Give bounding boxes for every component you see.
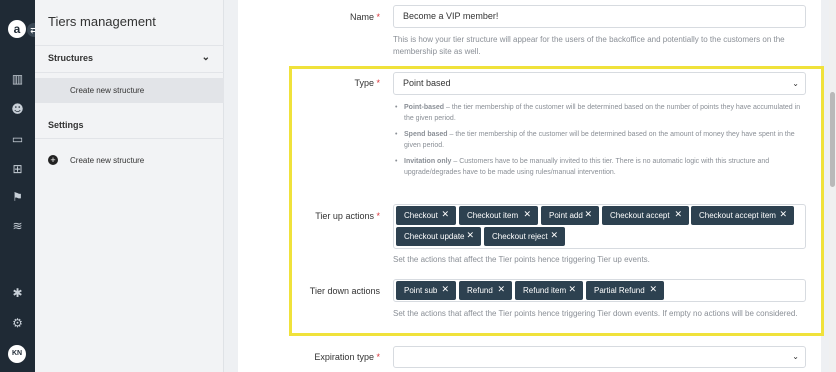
tier-down-tag[interactable]: Refund ✕ xyxy=(459,281,512,300)
close-icon[interactable]: ✕ xyxy=(550,227,558,246)
close-icon[interactable]: ✕ xyxy=(674,206,682,225)
tier-up-tag[interactable]: Checkout update ✕ xyxy=(396,227,481,246)
tier-up-tag[interactable]: Checkout accept item ✕ xyxy=(691,206,794,225)
sidebar-title: Tiers management xyxy=(48,14,156,29)
type-help-item: Point-based – the tier membership of the… xyxy=(395,102,805,124)
wallet-icon[interactable]: ▭ xyxy=(10,132,25,147)
scrollbar-thumb[interactable] xyxy=(830,92,835,187)
tier-up-tag[interactable]: Checkout ✕ xyxy=(396,206,456,225)
type-select-value: Point based xyxy=(403,78,451,88)
tier-down-tag[interactable]: Point sub ✕ xyxy=(396,281,456,300)
tier-up-tag[interactable]: Checkout reject ✕ xyxy=(484,227,565,246)
sidebar-section-label: Structures xyxy=(48,53,94,63)
chevron-down-icon: ⌄ xyxy=(201,52,210,63)
close-icon[interactable]: ✕ xyxy=(649,281,657,300)
create-structure-button[interactable]: + Create new structure xyxy=(48,155,144,165)
close-icon[interactable]: ✕ xyxy=(441,281,449,300)
close-icon[interactable]: ✕ xyxy=(441,206,449,225)
tier-up-help-text: Set the actions that affect the Tier poi… xyxy=(393,255,650,264)
tier-up-label: Tier up actions * xyxy=(315,211,380,221)
close-icon[interactable]: ✕ xyxy=(466,227,474,246)
gift-icon[interactable]: ⊞ xyxy=(10,162,25,177)
create-structure-label: Create new structure xyxy=(70,155,145,165)
close-icon[interactable]: ✕ xyxy=(779,206,787,225)
type-help-item: Spend based – the tier membership of the… xyxy=(395,129,805,151)
name-input[interactable]: Become a VIP member! xyxy=(393,5,806,28)
waves-icon[interactable]: ≋ xyxy=(10,219,25,234)
tier-down-label: Tier down actions xyxy=(309,286,380,296)
tiers-sidebar: Tiers management Structures ⌄ Create new… xyxy=(35,0,224,372)
type-help-item: Invitation only – Customers have to be m… xyxy=(395,156,805,178)
chart-icon[interactable]: ▥ xyxy=(10,72,25,87)
sidebar-section-settings[interactable]: Settings xyxy=(35,113,224,139)
chevron-down-icon: ⌄ xyxy=(792,352,799,361)
chevron-down-icon: ⌄ xyxy=(792,79,799,88)
flag-icon[interactable]: ⚑ xyxy=(10,190,25,205)
tier-down-help-text: Set the actions that affect the Tier poi… xyxy=(393,309,798,318)
tier-up-tag[interactable]: Point add ✕ xyxy=(541,206,599,225)
close-icon[interactable]: ✕ xyxy=(523,206,531,225)
sidebar-section-structures[interactable]: Structures ⌄ xyxy=(35,45,224,73)
type-select[interactable]: Point based ⌄ xyxy=(393,72,806,95)
tier-up-tag[interactable]: Checkout accept ✕ xyxy=(602,206,689,225)
close-icon[interactable]: ✕ xyxy=(497,281,505,300)
type-help-list: Point-based – the tier membership of the… xyxy=(395,102,805,183)
plus-icon: + xyxy=(48,155,58,165)
users-icon[interactable]: ☻ xyxy=(10,102,25,117)
close-icon[interactable]: ✕ xyxy=(568,281,576,300)
name-label: Name * xyxy=(349,12,380,22)
user-avatar[interactable]: KN xyxy=(8,345,26,363)
app-logo[interactable]: a xyxy=(8,20,26,38)
gear-icon[interactable]: ⚙ xyxy=(10,316,25,331)
icon-rail: a ⇄ ▥ ☻ ▭ ⊞ ⚑ ≋ ✱ ⚙ KN xyxy=(0,0,41,372)
tier-down-tag[interactable]: Refund item ✕ xyxy=(515,281,583,300)
expiration-type-label: Expiration type * xyxy=(314,352,380,362)
scrollbar[interactable] xyxy=(829,0,836,372)
close-icon[interactable]: ✕ xyxy=(584,206,592,225)
sidebar-item-create-structure[interactable]: Create new structure xyxy=(35,78,224,103)
tier-up-tag[interactable]: Checkout item ✕ xyxy=(459,206,538,225)
name-help-text: This is how your tier structure will app… xyxy=(393,35,785,56)
type-label: Type * xyxy=(354,78,380,88)
puzzle-icon[interactable]: ✱ xyxy=(10,286,25,301)
expiration-type-select[interactable]: ⌄ xyxy=(393,346,806,368)
tier-down-tag[interactable]: Partial Refund ✕ xyxy=(586,281,664,300)
